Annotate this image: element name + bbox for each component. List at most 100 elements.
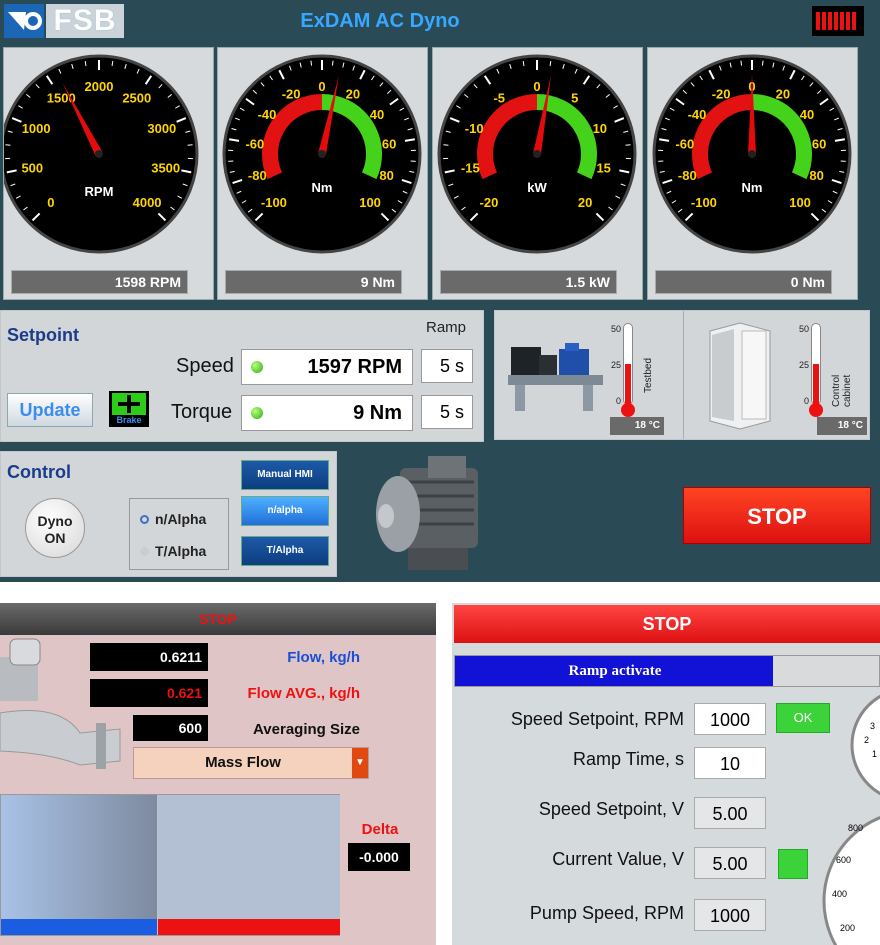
gauge-tick-label: -100 — [691, 195, 717, 210]
gauge-tick-label: -60 — [245, 136, 264, 151]
n-alpha-button[interactable]: n/alpha — [241, 496, 329, 526]
cabinet-image — [709, 322, 771, 430]
current-value-label: Current Value, V — [552, 849, 684, 869]
gauge-tick-label: 100 — [789, 195, 811, 210]
gauge-tick-label: 2000 — [85, 79, 114, 94]
flow-bar-red — [158, 919, 340, 935]
speed-setpoint-v-label: Speed Setpoint, V — [538, 799, 684, 819]
averaging-size-field[interactable]: 600 — [133, 715, 208, 741]
gauge-tick-label: 10 — [593, 121, 607, 136]
radio-n-alpha[interactable]: n/Alpha — [140, 511, 206, 527]
speed-setpoint-input[interactable]: 1000 — [694, 703, 766, 735]
flow-bar-left — [1, 795, 157, 919]
stop-button[interactable]: STOP — [683, 487, 871, 544]
torque-led — [251, 407, 263, 419]
dyno-on-button[interactable]: Dyno ON — [25, 498, 85, 558]
torque-ramp-field[interactable]: 5 s — [421, 395, 473, 429]
cabinet-temp: 18 °C — [817, 417, 867, 435]
delta-label: Delta — [361, 821, 399, 838]
flow-panel: STOP 0.6211 Flow, kg/h 0.621 Flow AVG., … — [0, 603, 436, 945]
gauge-tick — [761, 60, 764, 66]
torque2-gauge: -100-80-60-40-20020406080100Nm0 Nm — [647, 47, 858, 300]
fsb-logo: FSB — [4, 4, 124, 38]
ramp-time-input[interactable]: 10 — [694, 747, 766, 779]
cabinet-thermometer — [811, 323, 821, 405]
dial-tick: 200 — [840, 923, 855, 933]
cabinet-bulb — [809, 403, 823, 417]
dial-tick: 800 — [848, 823, 863, 833]
cabinet-scale: 50 25 0 — [798, 324, 809, 406]
gauge-tick-label: 20 — [346, 86, 360, 101]
speed-ramp-field[interactable]: 5 s — [421, 349, 473, 383]
power-readout: 1.5 kW — [440, 270, 617, 294]
dial-tick: 2 — [864, 735, 869, 745]
ramp-activate-bar[interactable]: Ramp activate — [454, 655, 880, 687]
mode-select[interactable]: Mass Flow ▼ — [133, 747, 369, 779]
ramp-label: Ramp — [426, 319, 467, 336]
gauge-tick-label: 15 — [596, 160, 610, 175]
gauge-tick-label: -20 — [712, 86, 731, 101]
delta-value: -0.000 — [348, 843, 410, 871]
testbed-label: Testbed — [643, 357, 654, 393]
gauge-tick-label: -40 — [258, 107, 277, 122]
flow-value: 0.6211 — [90, 643, 208, 671]
torque2-readout: 0 Nm — [655, 270, 832, 294]
control-panel: Control Dyno ON n/Alpha T/Alpha Manual H… — [0, 451, 337, 577]
gauge-tick-label: 1500 — [47, 90, 76, 105]
motor-image — [376, 456, 478, 570]
testbed-image — [508, 343, 603, 411]
pump-panel: STOP Ramp activate Speed Setpoint, RPM 1… — [452, 603, 880, 945]
header: FSB ExDAM AC Dyno — [0, 0, 880, 44]
gauge-tick-label: -80 — [678, 168, 697, 183]
ok-button[interactable]: OK — [776, 703, 830, 733]
pump-speed-label: Pump Speed, RPM — [529, 903, 684, 923]
gauge-hub — [533, 150, 541, 158]
dial-tick: 1 — [872, 749, 877, 759]
torque-setpoint-field[interactable]: 9 Nm — [241, 395, 413, 431]
gauge-unit: Nm — [312, 180, 333, 195]
speed-setpoint-v-value: 5.00 — [694, 797, 766, 829]
torque-label: Torque — [171, 401, 233, 423]
gauge-tick-label: 5 — [571, 90, 578, 105]
setpoint-title: Setpoint — [7, 325, 79, 345]
rpm-readout: 1598 RPM — [11, 270, 188, 294]
torque-gauge: -100 -80 -60 -40 -20 0 20 40 60 80 100 Nm 9 Nm — [217, 47, 428, 300]
gauge-tick-label: 80 — [379, 168, 393, 183]
gauge-tick-label: -40 — [688, 107, 707, 122]
gauge-unit: kW — [527, 180, 547, 195]
chevron-down-icon[interactable]: ▼ — [352, 748, 368, 778]
gauge-unit: RPM — [85, 184, 114, 199]
pump-stop-button[interactable]: STOP — [454, 605, 880, 643]
gauge-hub — [95, 150, 103, 158]
setpoint-panel: Setpoint Ramp Speed 1597 RPM 5 s Torque … — [0, 310, 484, 442]
flow-label: Flow, kg/h — [287, 649, 360, 666]
gauge-tick — [331, 60, 334, 66]
dial-tick: 3 — [870, 721, 875, 731]
gauge-tick-label: 80 — [809, 168, 823, 183]
dial-tick: 400 — [832, 889, 847, 899]
gauge-tick — [740, 60, 743, 66]
t-alpha-button[interactable]: T/Alpha — [241, 536, 329, 566]
gauge-tick-label: -15 — [461, 160, 480, 175]
radio-t-alpha[interactable]: T/Alpha — [140, 543, 206, 559]
update-button[interactable]: Update — [7, 393, 93, 427]
speed-setpoint-field[interactable]: 1597 RPM — [241, 349, 413, 385]
flow-bar-blue — [1, 919, 157, 935]
testbed-bulb — [621, 403, 635, 417]
gauge-tick — [310, 60, 313, 66]
dyno-panel: FSB ExDAM AC Dyno 0 500 1000 1500 2000 2500 30… — [0, 0, 880, 582]
flow-stop-header: STOP — [0, 603, 436, 635]
gauge-tick-label: -100 — [261, 195, 287, 210]
gauge-tick-label: 500 — [21, 160, 43, 175]
speed-label: Speed — [176, 355, 234, 377]
speed-setpoint-label: Speed Setpoint, RPM — [510, 709, 684, 729]
brake-button[interactable]: Brake — [109, 391, 149, 427]
gauge-tick-label: 40 — [370, 107, 384, 122]
ramp-time-label: Ramp Time, s — [572, 749, 684, 769]
gauge-tick-label: -60 — [675, 136, 694, 151]
heartbeat-indicator — [812, 6, 864, 36]
gauge-tick-label: 60 — [382, 136, 396, 151]
current-value-led — [778, 849, 808, 879]
gauge-tick-label: 0 — [318, 79, 325, 94]
manual-hmi-button[interactable]: Manual HMI — [241, 460, 329, 490]
